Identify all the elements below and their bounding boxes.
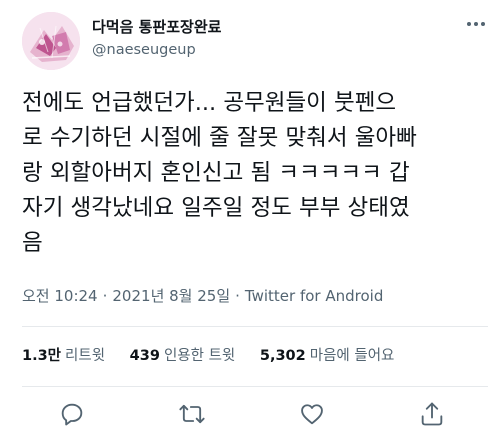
like-button[interactable] <box>298 400 326 428</box>
tweet-text-line: 음 <box>22 230 43 256</box>
user-handle[interactable]: @naeseugeup <box>92 39 221 61</box>
meta-separator: · <box>235 287 240 305</box>
tweet-source[interactable]: Twitter for Android <box>245 287 383 305</box>
tweet-date[interactable]: 2021년 8월 25일 <box>112 287 230 305</box>
retweets-count: 1.3만 <box>22 348 62 364</box>
tweet-actions <box>0 398 500 428</box>
share-button[interactable] <box>418 400 446 428</box>
tweet-text-line: 로 수기하던 시절에 줄 잘못 맞춰서 울아빠 <box>22 125 417 151</box>
tweet-text-line: 자기 생각났네요 일주일 정도 부부 상태였 <box>22 195 410 221</box>
retweet-icon <box>179 404 205 424</box>
retweet-button[interactable] <box>178 400 206 428</box>
tweet-text-line: 전에도 언급했던가... 공무원들이 붓펜으 <box>22 90 397 116</box>
reply-button[interactable] <box>58 400 86 428</box>
author-names: 다먹음 통판포장완료 @naeseugeup <box>92 17 221 61</box>
more-horizontal-icon <box>467 22 485 26</box>
tweet-card: 다먹음 통판포장완료 @naeseugeup 전에도 언급했던가... 공무원들… <box>0 0 500 444</box>
retweets-stat[interactable]: 1.3만 리트윗 <box>22 348 105 364</box>
tweet-text-line: 랑 외할아버지 혼인신고 됨 ㅋㅋㅋㅋㅋ 갑 <box>22 160 410 186</box>
share-icon <box>421 402 443 426</box>
likes-label: 마음에 들어요 <box>309 348 395 364</box>
tweet-header: 다먹음 통판포장완료 @naeseugeup <box>22 12 221 70</box>
avatar-image <box>22 12 80 70</box>
divider <box>22 326 488 327</box>
meta-separator: · <box>102 287 108 305</box>
retweets-label: 리트윗 <box>65 348 106 364</box>
quotes-label: 인용한 트윗 <box>163 348 236 364</box>
quotes-stat[interactable]: 439 인용한 트윗 <box>130 348 236 364</box>
tweet-meta: 오전 10:24 · 2021년 8월 25일 · Twitter for Androi… <box>22 285 383 307</box>
likes-count: 5,302 <box>259 348 306 364</box>
divider <box>22 386 488 387</box>
likes-stat[interactable]: 5,302 마음에 들어요 <box>260 348 395 364</box>
tweet-stats: 1.3만 리트윗 439 인용한 트윗 5,302 마음에 들어요 <box>22 345 414 367</box>
display-name[interactable]: 다먹음 통판포장완료 <box>92 17 221 37</box>
avatar[interactable] <box>22 12 80 70</box>
reply-icon <box>61 403 83 426</box>
quotes-count: 439 <box>129 348 160 364</box>
heart-icon <box>301 404 323 425</box>
tweet-time[interactable]: 오전 10:24 <box>22 287 98 305</box>
tweet-text: 전에도 언급했던가... 공무원들이 붓펜으 로 수기하던 시절에 줄 잘못 맞… <box>22 86 484 261</box>
more-options-button[interactable] <box>464 14 488 34</box>
